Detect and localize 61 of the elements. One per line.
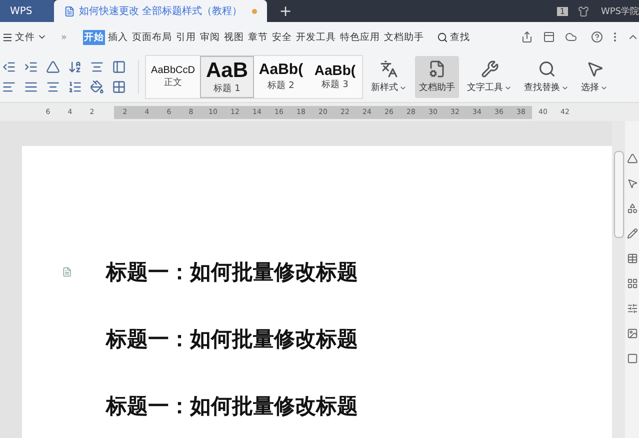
shapes-icon[interactable] — [626, 203, 638, 214]
scrollbar[interactable] — [612, 121, 625, 438]
heading-text: 标题一：如何批量修改标题 — [106, 259, 358, 286]
search-icon — [436, 32, 448, 42]
grid-icon[interactable] — [626, 278, 638, 289]
app-tab[interactable]: WPS — [0, 0, 54, 22]
new-tab-button[interactable]: + — [267, 0, 304, 22]
font-style-icon — [380, 60, 398, 78]
ribbon-button[interactable]: 查找替换 — [520, 56, 573, 98]
cursor-icon — [586, 60, 604, 78]
ribbon-button[interactable]: 文档助手 — [415, 56, 459, 98]
sliders-icon[interactable] — [626, 303, 638, 314]
style-item[interactable]: AaBb( 标题 3 — [308, 56, 362, 98]
indent-increase-icon[interactable] — [24, 60, 38, 74]
ribbon-tab[interactable]: 引用 — [174, 30, 197, 44]
share-icon[interactable] — [521, 31, 533, 43]
frame-icon[interactable] — [626, 353, 638, 364]
sort-icon[interactable] — [68, 60, 82, 74]
ribbon-tab[interactable]: 章节 — [246, 30, 269, 44]
heading-text: 标题一：如何批量修改标题 — [106, 393, 358, 420]
search-button[interactable]: 查找 — [450, 30, 470, 44]
borders-icon[interactable] — [112, 80, 126, 94]
ribbon-button[interactable]: 新样式 — [367, 56, 411, 98]
cursor-icon[interactable] — [626, 178, 638, 189]
pen-icon[interactable] — [626, 228, 638, 239]
account-name[interactable]: WPS学院 — [600, 4, 639, 18]
help-icon[interactable] — [591, 31, 603, 43]
window-count: 1 — [556, 6, 568, 16]
wrench-icon — [480, 60, 498, 78]
ribbon-tab[interactable]: 视图 — [222, 30, 245, 44]
ribbon-tab[interactable]: 页面布局 — [130, 30, 173, 44]
app-tab[interactable]: 如何快速更改 全部标题样式（教程） — [54, 0, 268, 22]
file-menu[interactable]: 文件 — [15, 30, 35, 44]
style-item[interactable]: AaBbCcD 正文 — [146, 56, 200, 98]
style-item[interactable]: AaBb( 标题 2 — [254, 56, 308, 98]
align-justify-icon[interactable] — [24, 80, 38, 94]
ribbon-tab[interactable]: 插入 — [106, 30, 129, 44]
image-icon[interactable] — [626, 328, 638, 339]
indent-decrease-icon[interactable] — [2, 60, 16, 74]
heading-text: 标题一：如何批量修改标题 — [106, 326, 358, 353]
ribbon-tab[interactable]: 安全 — [270, 30, 293, 44]
line-spacing-icon[interactable] — [68, 80, 82, 94]
ribbon-button[interactable]: 文字工具 — [463, 56, 516, 98]
unsaved-dot — [252, 8, 258, 14]
shirt-icon[interactable] — [578, 6, 589, 16]
table-icon[interactable] — [626, 253, 638, 264]
document-icon — [64, 6, 75, 16]
scroll-thumb[interactable] — [614, 151, 624, 238]
ribbon-tab[interactable]: 文档助手 — [382, 30, 425, 44]
window-icon[interactable] — [543, 31, 555, 43]
ribbon-tab[interactable]: 开发工具 — [294, 30, 337, 44]
document-icon — [428, 60, 446, 78]
cloud-icon[interactable] — [565, 31, 577, 43]
search-icon — [538, 60, 556, 78]
style-item[interactable]: AaB 标题 1 — [200, 56, 254, 98]
ribbon-button[interactable]: 选择 — [577, 56, 612, 98]
align-left-icon[interactable] — [2, 80, 16, 94]
shading-icon[interactable] — [90, 80, 104, 94]
ribbon-tab[interactable]: 特色应用 — [338, 30, 381, 44]
menu-icon[interactable] — [2, 32, 13, 42]
ribbon-tab[interactable]: 审阅 — [198, 30, 221, 44]
